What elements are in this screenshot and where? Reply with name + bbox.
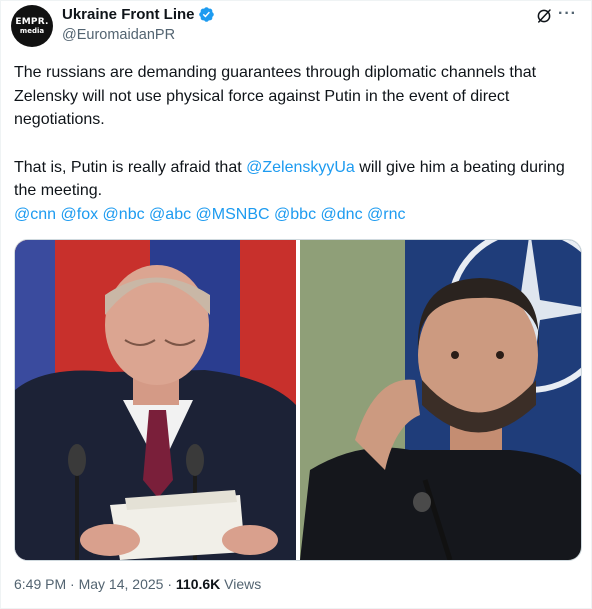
mention-link[interactable]: @nbc	[103, 206, 145, 223]
tweet-card: EMPR. media Ukraine Front Line @Euromaid…	[0, 0, 592, 609]
tweet-header: EMPR. media Ukraine Front Line @Euromaid…	[11, 5, 581, 47]
avatar-logo-line1: EMPR.	[15, 16, 49, 27]
tweet-mentions: @cnn @fox @nbc @abc @MSNBC @bbc @dnc @rn…	[14, 203, 584, 227]
verified-badge-icon	[198, 7, 214, 22]
tweet-paragraph-2: That is, Putin is really afraid that @Ze…	[14, 156, 584, 203]
author-names: Ukraine Front Line @EuromaidanPR	[62, 5, 215, 43]
photo-right-illustration	[300, 240, 581, 560]
mention-link[interactable]: @fox	[61, 206, 99, 223]
tweet-text: The russians are demanding guarantees th…	[14, 61, 584, 226]
photo-left-illustration	[15, 240, 296, 560]
paragraph-2-text-before: That is, Putin is really afraid that	[14, 158, 247, 176]
author-handle[interactable]: @EuromaidanPR	[62, 27, 215, 43]
display-name-row: Ukraine Front Line	[62, 5, 215, 24]
mention-link[interactable]: @ZelenskyyUa	[246, 159, 355, 176]
meta-separator: ·	[167, 576, 172, 592]
tweet-paragraph-1: The russians are demanding guarantees th…	[14, 64, 537, 128]
mention-link[interactable]: @dnc	[321, 206, 363, 223]
photo-right[interactable]	[300, 240, 581, 560]
mention-link[interactable]: @bbc	[274, 206, 316, 223]
tweet-date[interactable]: May 14, 2025	[79, 576, 164, 592]
views-count: 110.6K	[175, 576, 221, 592]
media-grid	[14, 239, 582, 561]
mention-link[interactable]: @rnc	[367, 206, 405, 223]
avatar-logo-line2: media	[19, 26, 45, 35]
more-options-icon[interactable]: ···	[558, 5, 577, 23]
photo-left[interactable]	[15, 240, 296, 560]
tweet-metadata: 6:49 PM · May 14, 2025 · 110.6K Views	[14, 576, 261, 592]
mention-link[interactable]: @abc	[149, 206, 191, 223]
mention-link[interactable]: @cnn	[14, 206, 56, 223]
grok-icon[interactable]	[535, 7, 553, 25]
display-name[interactable]: Ukraine Front Line	[62, 6, 195, 23]
mention-link[interactable]: @MSNBC	[196, 206, 270, 223]
avatar[interactable]: EMPR. media	[11, 5, 53, 47]
tweet-time[interactable]: 6:49 PM	[14, 576, 66, 592]
meta-separator: ·	[70, 576, 75, 592]
views-label: Views	[224, 576, 262, 592]
